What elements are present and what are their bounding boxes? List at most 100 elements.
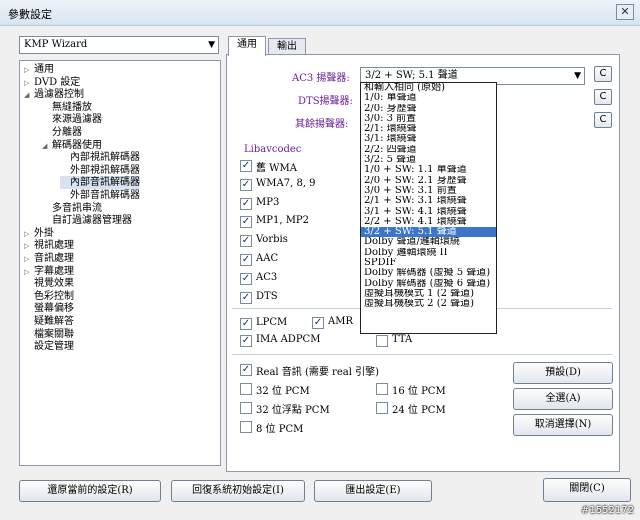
dropdown-option[interactable]: 1/0: 單聲道 bbox=[361, 93, 496, 103]
tree-item[interactable]: ▷ 外掛 bbox=[24, 227, 54, 240]
tree-item[interactable]: ▷ 視訊處理 bbox=[24, 239, 74, 252]
tree-item[interactable]: 多音訊串流 bbox=[42, 202, 102, 215]
dts-speaker-label: DTS揚聲器: bbox=[298, 96, 353, 107]
pcm-checkbox[interactable] bbox=[376, 383, 388, 395]
tree-item[interactable]: 色彩控制 bbox=[24, 290, 74, 303]
dropdown-option[interactable]: 虛擬耳機模式 1 (2 聲道) bbox=[361, 289, 496, 299]
tree-item[interactable]: 檔案關聯 bbox=[24, 328, 74, 341]
tree-item[interactable]: ▷ 通用 bbox=[24, 63, 54, 76]
codec-checkbox[interactable]: ✓ bbox=[240, 254, 252, 266]
pcm-checkbox[interactable] bbox=[376, 402, 388, 414]
select-all-button[interactable]: 全選(A) bbox=[513, 388, 613, 410]
dropdown-option[interactable]: Dolby 聲道/邏輯環繞 bbox=[361, 237, 496, 247]
tree-item[interactable]: ▷ 音訊處理 bbox=[24, 252, 74, 265]
other-config-button[interactable]: C bbox=[594, 112, 612, 128]
dropdown-option[interactable]: 2/0: 身歷聲 bbox=[361, 104, 496, 114]
dropdown-option[interactable]: 3/1: 環繞聲 bbox=[361, 134, 496, 144]
codec-checkbox[interactable]: ✓ bbox=[240, 291, 252, 304]
tab-general[interactable]: 通用 bbox=[228, 36, 266, 56]
dropdown-option[interactable]: Dolby 解碼器 (虛擬 6 聲道) bbox=[361, 279, 496, 289]
pcm-label: 8 位 PCM bbox=[256, 424, 304, 435]
tree-item-label: 螢幕偏移 bbox=[34, 303, 74, 315]
dropdown-option[interactable]: 1/0 + SW: 1.1 單聲道 bbox=[361, 165, 496, 175]
tree-item[interactable]: ▷ DVD 設定 bbox=[24, 76, 80, 89]
codec-checkbox[interactable]: ✓ bbox=[240, 160, 252, 172]
codec-label: MP1, MP2 bbox=[256, 215, 310, 227]
tree-item[interactable]: 內部音訊解碼器 bbox=[60, 176, 140, 190]
tree-item[interactable]: 疑難解答 bbox=[24, 315, 74, 328]
expand-toggle-icon[interactable]: ◢ bbox=[24, 89, 34, 102]
dropdown-option[interactable]: 虛擬耳機模式 2 (2 聲道) bbox=[361, 299, 496, 309]
dropdown-option[interactable]: 和輸入相同 (原始) bbox=[361, 83, 496, 93]
close-button[interactable]: 關閉(C) bbox=[543, 478, 631, 502]
format-checkbox[interactable] bbox=[376, 335, 388, 347]
chevron-down-icon: ▼ bbox=[208, 40, 215, 50]
real-audio-checkbox[interactable]: ✓ bbox=[240, 364, 252, 376]
format-checkbox[interactable]: ✓ bbox=[240, 318, 252, 330]
pcm-label: 16 位 PCM bbox=[392, 386, 446, 397]
ac3-config-button[interactable]: C bbox=[594, 66, 612, 82]
codec-label: Vorbis bbox=[256, 234, 288, 246]
codec-label: WMA7, 8, 9 bbox=[256, 177, 316, 189]
tree-item[interactable]: 內部視訊解碼器 bbox=[60, 151, 140, 164]
format-label: TTA bbox=[392, 334, 413, 345]
dropdown-option[interactable]: SPDIF bbox=[361, 258, 496, 268]
pcm-checkbox[interactable] bbox=[240, 383, 252, 395]
tree-item-label: 視覺效果 bbox=[34, 278, 74, 290]
real-audio-label: Real 音訊 (需要 real 引擎) bbox=[256, 367, 379, 378]
tree-item[interactable]: 來源過濾器 bbox=[42, 113, 102, 126]
codec-checkbox[interactable]: ✓ bbox=[240, 216, 252, 229]
ac3-speaker-label: AC3 揚聲器: bbox=[292, 73, 350, 84]
tree-item[interactable]: 無縫播放 bbox=[42, 101, 92, 114]
tree-item-label: 來源過濾器 bbox=[52, 114, 102, 126]
pcm-checkbox[interactable] bbox=[240, 402, 252, 414]
preset-button[interactable]: 預設(D) bbox=[513, 362, 613, 384]
dts-config-button[interactable]: C bbox=[594, 89, 612, 105]
deselect-button[interactable]: 取消選擇(N) bbox=[513, 414, 613, 436]
tree-item[interactable]: 螢幕偏移 bbox=[24, 302, 74, 315]
codec-checkbox[interactable]: ✓ bbox=[240, 235, 252, 248]
export-settings-button[interactable]: 匯出設定(E) bbox=[314, 480, 432, 502]
tree-item-label: 色彩控制 bbox=[34, 290, 74, 302]
dropdown-option[interactable]: 3/1 + SW: 4.1 環繞聲 bbox=[361, 207, 496, 217]
tree-item-label: DVD 設定 bbox=[34, 76, 81, 88]
dropdown-option[interactable]: 2/2 + SW: 4.1 環繞聲 bbox=[361, 217, 496, 227]
dropdown-option[interactable]: Dolby 解碼器 (虛擬 5 聲道) bbox=[361, 268, 496, 278]
expand-toggle-icon[interactable]: ◢ bbox=[42, 140, 52, 153]
tree-item[interactable]: 外部視訊解碼器 bbox=[60, 164, 140, 177]
dropdown-option[interactable]: 2/0 + SW: 2.1 身歷聲 bbox=[361, 176, 496, 186]
settings-tree[interactable]: ▷ 通用 ▷ DVD 設定 ◢ 過濾器控制 無縫播放 來源過濾器 分離器 ◢ 解碼器使用 內部視訊解碼… bbox=[19, 60, 221, 466]
ac3-speaker-dropdown[interactable]: 和輸入相同 (原始) 1/0: 單聲道 2/0: 身歷聲 3/0: 3 前置 2/1: … bbox=[360, 82, 497, 334]
dropdown-option[interactable]: 2/2: 四聲道 bbox=[361, 145, 496, 155]
dropdown-option[interactable]: 2/1: 環繞聲 bbox=[361, 124, 496, 134]
watermark: #1552172 bbox=[581, 505, 634, 516]
pcm-checkbox[interactable] bbox=[240, 421, 252, 433]
tree-item-label: 視訊處理 bbox=[34, 240, 74, 252]
tree-item[interactable]: 設定管理 bbox=[24, 340, 74, 353]
dropdown-option[interactable]: Dolby 邏輯環繞 II bbox=[361, 248, 496, 258]
tree-item[interactable]: 視覺效果 bbox=[24, 277, 74, 290]
reset-defaults-button[interactable]: 回復系統初始設定(I) bbox=[171, 480, 305, 502]
tree-item[interactable]: ▷ 字幕處理 bbox=[24, 265, 74, 278]
preset-select[interactable]: KMP Wizard ▼ bbox=[19, 36, 219, 54]
dropdown-option[interactable]: 3/2: 5 聲道 bbox=[361, 155, 496, 165]
dropdown-option[interactable]: 3/0 + SW: 3.1 前置 bbox=[361, 186, 496, 196]
dropdown-option[interactable]: 3/2 + SW: 5.1 聲道 bbox=[361, 227, 496, 238]
close-icon[interactable]: ✕ bbox=[616, 4, 634, 20]
tree-item[interactable]: 分離器 bbox=[42, 126, 82, 139]
format-checkbox[interactable]: ✓ bbox=[312, 317, 324, 329]
format-checkbox[interactable]: ✓ bbox=[240, 335, 252, 347]
dropdown-option[interactable]: 3/0: 3 前置 bbox=[361, 114, 496, 124]
format-label: LPCM bbox=[256, 317, 288, 328]
codec-checkbox[interactable]: ✓ bbox=[240, 272, 252, 285]
codec-checkbox[interactable]: ✓ bbox=[240, 197, 252, 210]
restore-settings-button[interactable]: 還原當前的設定(R) bbox=[19, 480, 161, 502]
title-bar: 參數設定 ✕ bbox=[0, 0, 640, 26]
tree-item-label: 通用 bbox=[34, 64, 54, 75]
tree-item[interactable]: 自訂過濾器管理器 bbox=[42, 214, 132, 227]
tree-item[interactable]: 外部音訊解碼器 bbox=[60, 189, 140, 202]
codec-checkbox[interactable]: ✓ bbox=[240, 178, 252, 191]
tree-item[interactable]: ◢ 過濾器控制 bbox=[24, 88, 84, 101]
tree-item[interactable]: ◢ 解碼器使用 bbox=[42, 139, 102, 152]
dropdown-option[interactable]: 2/1 + SW: 3.1 環繞聲 bbox=[361, 196, 496, 206]
